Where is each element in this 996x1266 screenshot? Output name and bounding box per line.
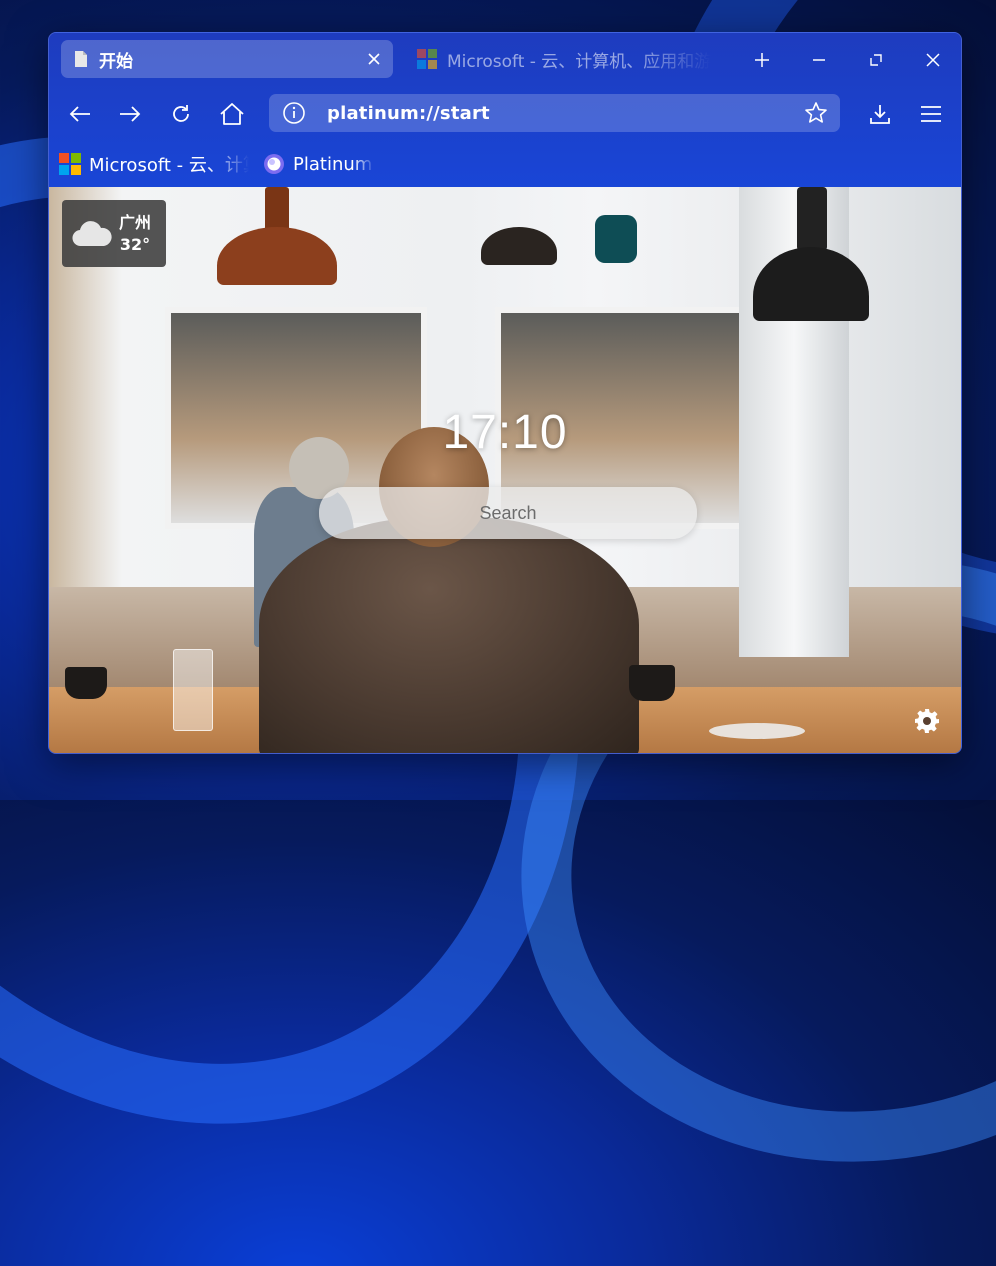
tab-title: Microsoft - 云、计算机、应用和游戏 (447, 51, 711, 72)
close-window-icon[interactable] (915, 42, 951, 78)
new-tab-icon[interactable] (744, 42, 780, 78)
bookmark-platinum[interactable]: Platinum (263, 151, 375, 177)
reload-icon[interactable] (162, 95, 200, 133)
close-tab-icon[interactable] (361, 46, 387, 72)
star-icon[interactable] (802, 99, 830, 127)
page-icon (73, 50, 89, 68)
tab-start[interactable]: 开始 (61, 40, 393, 78)
restore-icon[interactable] (858, 42, 894, 78)
browser-chrome: 开始 Microsoft - 云、计算机、应用和游戏 platinum://st… (49, 33, 961, 187)
menu-icon[interactable] (912, 95, 950, 133)
forward-arrow-icon[interactable] (111, 95, 149, 133)
browser-window: 开始 Microsoft - 云、计算机、应用和游戏 platinum://st… (48, 32, 962, 754)
bookmark-microsoft[interactable]: Microsoft - 云、计算机、应用和游戏 (59, 151, 249, 177)
weather-city: 广州 (119, 212, 152, 232)
gear-icon[interactable] (913, 707, 941, 735)
clock: 17:10 (442, 406, 568, 459)
tab-title: 开始 (99, 51, 133, 72)
bookmark-label: Platinum (293, 153, 373, 175)
info-icon[interactable] (281, 100, 307, 126)
url-text[interactable]: platinum://start (327, 103, 490, 124)
search-input[interactable] (319, 487, 697, 539)
tab-microsoft[interactable]: Microsoft - 云、计算机、应用和游戏 (411, 40, 711, 78)
weather-widget[interactable]: 广州 32° (62, 200, 166, 267)
download-icon[interactable] (861, 95, 899, 133)
platinum-logo-icon (263, 153, 285, 175)
home-icon[interactable] (213, 95, 251, 133)
weather-temperature: 32° (119, 234, 151, 254)
microsoft-logo-icon (59, 153, 81, 175)
minimize-icon[interactable] (801, 42, 837, 78)
bookmark-label: Microsoft - 云、计算机、应用和游戏 (89, 155, 249, 176)
microsoft-logo-icon (417, 49, 437, 69)
address-bar[interactable]: platinum://start (269, 94, 840, 132)
back-arrow-icon[interactable] (61, 95, 99, 133)
start-page: 广州 32° 17:10 (49, 187, 961, 753)
cloud-icon (71, 218, 113, 250)
